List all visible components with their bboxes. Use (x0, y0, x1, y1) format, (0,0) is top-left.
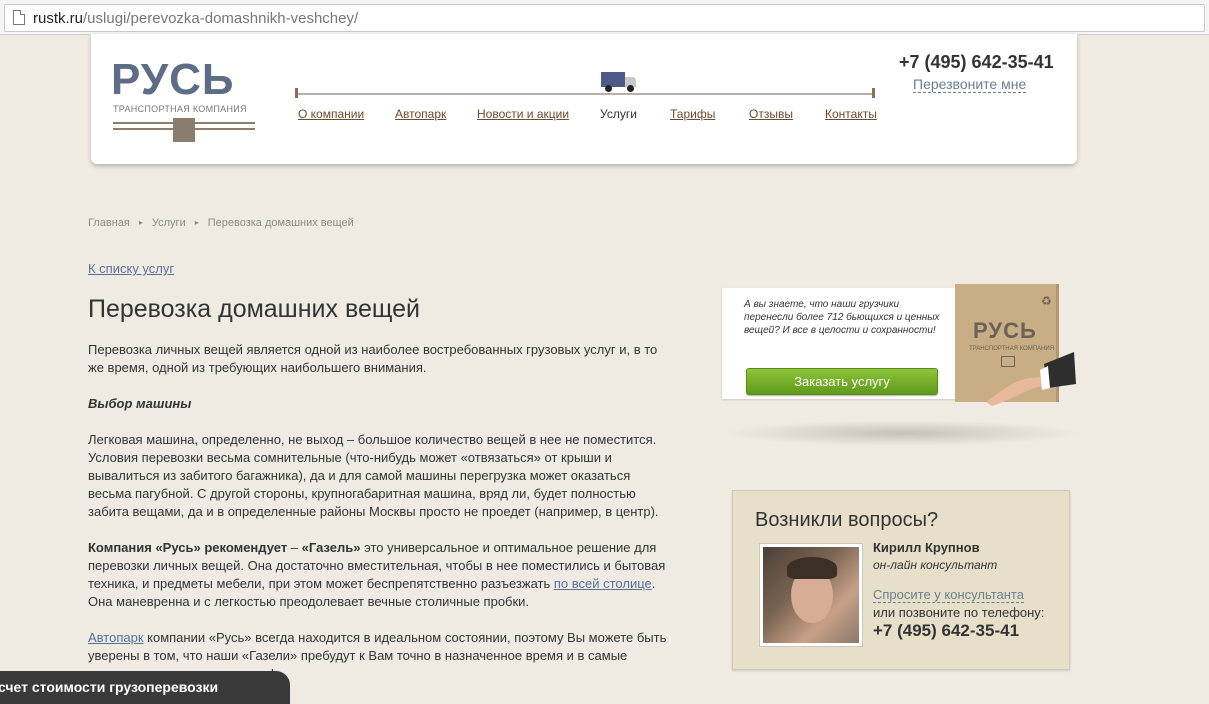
consultant-heading: Возникли вопросы? (755, 509, 939, 531)
nav-link-services[interactable]: Услуги (600, 107, 637, 121)
article-content: Перевозка личных вещей является одной из… (88, 341, 676, 701)
consultant-name: Кирилл Крупнов (873, 540, 980, 555)
nav-link-about[interactable]: О компании (298, 107, 364, 121)
ask-consultant-link[interactable]: Спросите у консультанта (873, 587, 1024, 603)
back-to-services-link[interactable]: К списку услуг (88, 261, 174, 276)
site-header: РУСЬ ТРАНСПОРТНАЯ КОМПАНИЯ О компании Ав… (91, 34, 1077, 164)
nav-track-end-left (295, 88, 298, 98)
logo-truck-icon (113, 118, 255, 146)
nav-item-contacts[interactable]: Контакты (825, 107, 877, 121)
handshake-icon (986, 352, 1076, 406)
header-phone: +7 (495) 642-35-41 (899, 52, 1054, 72)
breadcrumb-services[interactable]: Услуги (152, 217, 186, 229)
recycle-icon: ♻ (1041, 294, 1052, 308)
nav-item-tariffs[interactable]: Тарифы (670, 107, 715, 121)
logo-subtitle: ТРАНСПОРТНАЯ КОМПАНИЯ (113, 104, 247, 114)
nav-item-news[interactable]: Новости и акции (477, 107, 569, 121)
nav-track-end-right (872, 88, 875, 98)
paragraph-car: Легковая машина, определенно, не выход –… (88, 432, 659, 519)
intro-paragraph: Перевозка личных вещей является одной из… (88, 342, 658, 375)
nav-item-about[interactable]: О компании (298, 107, 364, 121)
consultant-phone: +7 (495) 642-35-41 (873, 621, 1020, 640)
or-call-text: или позвоните по телефону: (873, 605, 1045, 620)
section-title: Выбор машины (88, 396, 192, 411)
paragraph-gazel: Компания «Русь» рекомендует – «Газель» э… (88, 540, 666, 609)
nav-link-fleet[interactable]: Автопарк (395, 107, 446, 121)
fleet-link[interactable]: Автопарк (88, 630, 144, 645)
box-logo: РУСЬ (973, 318, 1037, 343)
promo-card: А вы знаете, что наши грузчики перенесли… (722, 288, 967, 399)
consultant-panel: Возникли вопросы? Кирилл Крупнов он-лайн… (732, 490, 1070, 670)
breadcrumb-current: Перевозка домашних вещей (207, 217, 354, 229)
page-title: Перевозка домашних вещей (88, 295, 421, 323)
consultant-photo (759, 543, 863, 647)
logo[interactable]: РУСЬ ТРАНСПОРТНАЯ КОМПАНИЯ (111, 58, 261, 150)
breadcrumb: Главная ▸ Услуги ▸ Перевозка домашних вещей (88, 217, 354, 229)
breadcrumb-separator-icon: ▸ (194, 218, 199, 227)
callback-link[interactable]: Перезвоните мне (913, 76, 1027, 93)
nav-link-news[interactable]: Новости и акции (477, 107, 569, 121)
url-text[interactable]: rustk.ru/uslugi/perevozka-domashnikh-ves… (33, 10, 358, 27)
cost-calculator-tab[interactable]: счет стоимости грузоперевозки (0, 671, 290, 704)
breadcrumb-separator-icon: ▸ (138, 218, 143, 227)
nav-item-services[interactable]: Услуги (600, 107, 637, 121)
whole-capital-link[interactable]: по всей столице (554, 576, 652, 591)
nav-item-fleet[interactable]: Автопарк (395, 107, 446, 121)
promo-text: А вы знаете, что наши грузчики перенесли… (744, 299, 940, 336)
promo-shadow (722, 420, 1082, 446)
nav-track-line (295, 93, 875, 95)
van-icon (601, 72, 637, 92)
order-service-button[interactable]: Заказать услугу (746, 368, 938, 395)
nav-link-tariffs[interactable]: Тарифы (670, 107, 715, 121)
consultant-role: он-лайн консультант (873, 558, 998, 572)
nav-link-reviews[interactable]: Отзывы (749, 107, 793, 121)
breadcrumb-home[interactable]: Главная (88, 217, 130, 229)
nav-item-reviews[interactable]: Отзывы (749, 107, 793, 121)
url-field[interactable]: rustk.ru/uslugi/perevozka-domashnikh-ves… (4, 4, 1205, 32)
logo-wordmark: РУСЬ (111, 55, 235, 104)
page-icon (13, 10, 25, 25)
nav-link-contacts[interactable]: Контакты (825, 107, 877, 121)
address-bar: rustk.ru/uslugi/perevozka-domashnikh-ves… (0, 0, 1209, 35)
